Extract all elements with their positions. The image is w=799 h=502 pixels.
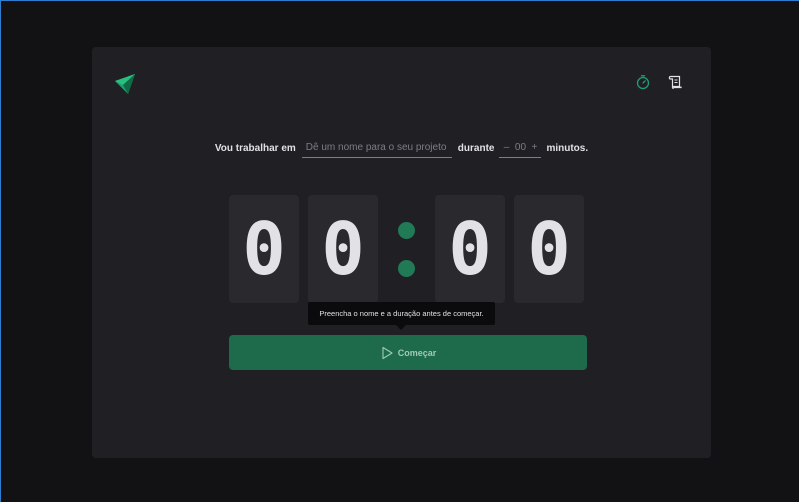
minus-button[interactable]: – <box>500 142 512 153</box>
minutes-label: minutos. <box>546 143 589 154</box>
header-nav <box>635 74 683 90</box>
seconds-ones-digit: 0 <box>514 195 584 303</box>
project-name-input[interactable] <box>301 139 452 158</box>
plus-button[interactable]: + <box>528 142 540 153</box>
start-tooltip: Preencha o nome e a duração antes de com… <box>308 302 495 330</box>
minutes-ones-digit: 0 <box>308 195 378 303</box>
scroll-history-icon[interactable] <box>667 74 683 90</box>
timer-card: Vou trabalhar em durante – 00 + minutos.… <box>92 47 711 458</box>
during-label: durante <box>457 143 495 154</box>
time-separator <box>378 195 435 303</box>
play-outline-icon <box>382 346 393 359</box>
separator-dot <box>398 259 415 277</box>
minutes-tens-digit: 0 <box>229 195 299 303</box>
timer-icon[interactable] <box>635 74 651 90</box>
seconds-tens-digit: 0 <box>435 195 505 303</box>
task-form: Vou trabalhar em durante – 00 + minutos. <box>92 139 711 158</box>
separator-dot <box>398 221 415 239</box>
work-label: Vou trabalhar em <box>214 143 296 154</box>
start-button-label: Começar <box>397 347 437 358</box>
minutes-input[interactable]: 00 <box>512 142 528 153</box>
start-button[interactable]: Começar <box>229 335 587 370</box>
minutes-stepper: – 00 + <box>499 139 542 158</box>
countdown: 0 0 0 0 <box>229 195 587 303</box>
logo-icon <box>115 74 135 94</box>
